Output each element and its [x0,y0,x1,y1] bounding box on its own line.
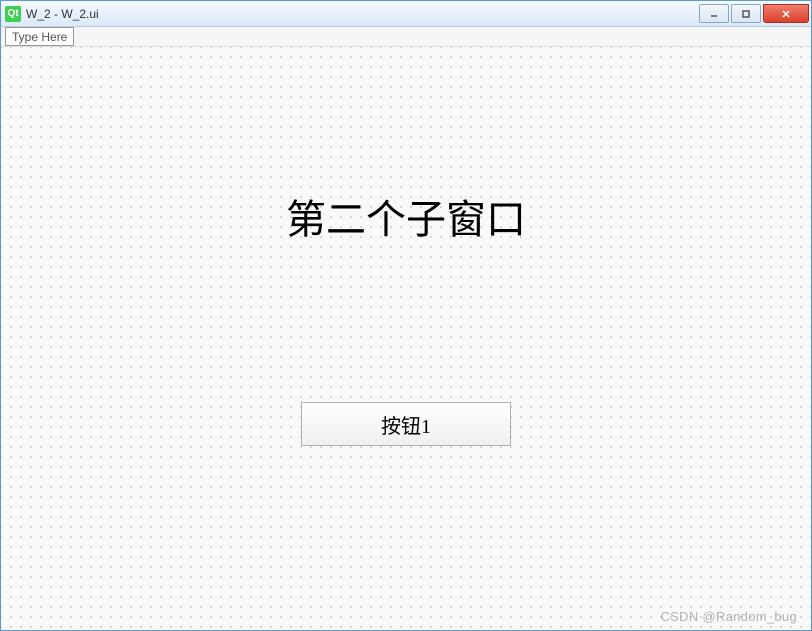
maximize-button[interactable] [731,4,761,23]
watermark-text: CSDN @Random_bug [660,609,797,624]
window-controls [697,4,809,23]
menubar[interactable]: Type Here [1,27,811,47]
minimize-button[interactable] [699,4,729,23]
menu-type-here-input[interactable]: Type Here [5,27,74,46]
button-1[interactable]: 按钮1 [301,402,511,446]
heading-label: 第二个子窗口 [286,187,526,245]
qt-app-icon: Qt [5,6,21,22]
window-title: W_2 - W_2.ui [26,7,697,21]
designer-canvas[interactable]: 第二个子窗口 按钮1 CSDN @Random_bug [1,47,811,630]
window-frame: Qt W_2 - W_2.ui Type Here 第二个子窗口 按钮1 CSD… [0,0,812,631]
close-button[interactable] [763,4,809,23]
titlebar[interactable]: Qt W_2 - W_2.ui [1,1,811,27]
